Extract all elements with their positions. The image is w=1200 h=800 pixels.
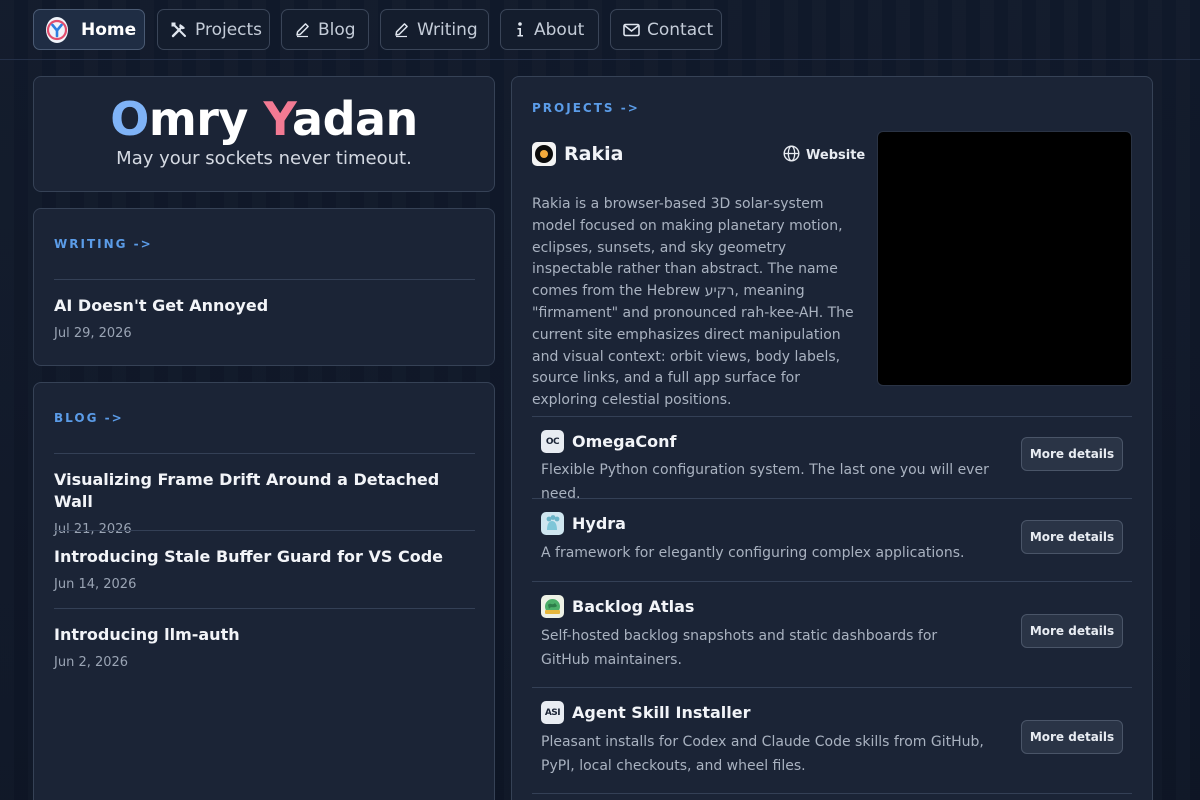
planet-icon xyxy=(532,142,556,166)
mail-icon xyxy=(623,23,640,37)
agent-skill-installer-icon: ASI xyxy=(541,701,564,724)
blog-card: BLOG -> Visualizing Frame Drift Around a… xyxy=(33,382,495,800)
project-name: Hydra xyxy=(572,514,626,533)
project-title[interactable]: Backlog Atlas xyxy=(541,595,694,618)
project-name: Backlog Atlas xyxy=(572,597,695,616)
more-details-button[interactable]: More details xyxy=(1021,614,1123,648)
nav-writing-label: Writing xyxy=(417,19,478,40)
website-link[interactable]: Website xyxy=(783,145,865,166)
website-label: Website xyxy=(806,148,866,163)
project-description: Pleasant installs for Codex and Claude C… xyxy=(541,734,984,774)
more-details-button[interactable]: More details xyxy=(1021,520,1123,554)
list-item[interactable]: Introducing Stale Buffer Guard for VS Co… xyxy=(54,530,475,592)
hero-card: Omry Yadan May your sockets never timeou… xyxy=(33,76,495,192)
project-title[interactable]: OC OmegaConf xyxy=(541,430,676,453)
project-description: A framework for elegantly configuring co… xyxy=(541,545,965,561)
projects-card: PROJECTS -> Rakia Website Rakia is a bro… xyxy=(511,76,1153,800)
name-initial-y: Y xyxy=(263,92,293,146)
nav-about[interactable]: About xyxy=(500,9,599,50)
project-name: Agent Skill Installer xyxy=(572,703,751,722)
featured-project-name: Rakia xyxy=(564,143,624,165)
logo-icon xyxy=(46,16,68,43)
tagline: May your sockets never timeout. xyxy=(116,148,412,169)
more-details-button[interactable]: More details xyxy=(1021,437,1123,471)
backlog-atlas-icon xyxy=(541,595,564,618)
list-item[interactable]: Visualizing Frame Drift Around a Detache… xyxy=(54,453,475,537)
post-title[interactable]: AI Doesn't Get Annoyed xyxy=(54,295,475,317)
nav-blog-label: Blog xyxy=(318,19,356,40)
project-row: OC OmegaConf Flexible Python configurati… xyxy=(532,416,1132,502)
list-item[interactable]: Introducing llm-auth Jun 2, 2026 xyxy=(54,608,475,670)
nav-projects-label: Projects xyxy=(195,19,263,40)
project-description: Self-hosted backlog snapshots and static… xyxy=(541,628,938,668)
pencil-icon xyxy=(294,21,311,38)
name-initial-o: O xyxy=(110,92,149,146)
list-item[interactable]: AI Doesn't Get Annoyed Jul 29, 2026 xyxy=(54,279,475,341)
globe-icon xyxy=(783,145,800,166)
name-first-rest: mry xyxy=(148,92,264,146)
pencil-icon xyxy=(393,21,410,38)
project-title[interactable]: Hydra xyxy=(541,512,626,535)
name-last-rest: adan xyxy=(292,92,418,146)
post-title[interactable]: Visualizing Frame Drift Around a Detache… xyxy=(54,469,475,513)
post-title[interactable]: Introducing Stale Buffer Guard for VS Co… xyxy=(54,546,475,568)
project-name: OmegaConf xyxy=(572,432,677,451)
post-date: Jul 29, 2026 xyxy=(54,326,132,341)
project-row-divider xyxy=(532,793,1132,794)
project-row: Backlog Atlas Self-hosted backlog snapsh… xyxy=(532,581,1132,687)
writing-card: WRITING -> AI Doesn't Get Annoyed Jul 29… xyxy=(33,208,495,366)
featured-project-preview[interactable] xyxy=(877,131,1132,386)
nav-home[interactable]: Home xyxy=(33,9,145,50)
nav-home-label: Home xyxy=(81,19,137,40)
post-date: Jun 14, 2026 xyxy=(54,577,137,592)
project-title[interactable]: ASI Agent Skill Installer xyxy=(541,701,751,724)
nav-contact[interactable]: Contact xyxy=(610,9,722,50)
site-title: Omry Yadan xyxy=(34,92,494,146)
omegaconf-icon: OC xyxy=(541,430,564,453)
writing-section-link[interactable]: WRITING -> xyxy=(54,237,153,251)
info-icon xyxy=(513,21,527,38)
featured-project-title[interactable]: Rakia xyxy=(532,142,623,166)
more-details-button[interactable]: More details xyxy=(1021,720,1123,754)
project-row: ASI Agent Skill Installer Pleasant insta… xyxy=(532,687,1132,793)
projects-section-link[interactable]: PROJECTS -> xyxy=(532,101,640,115)
nav-about-label: About xyxy=(534,19,585,40)
nav-writing[interactable]: Writing xyxy=(380,9,489,50)
blog-section-link[interactable]: BLOG -> xyxy=(54,411,124,425)
post-title[interactable]: Introducing llm-auth xyxy=(54,624,475,646)
project-row: Hydra A framework for elegantly configur… xyxy=(532,498,1132,581)
nav-blog[interactable]: Blog xyxy=(281,9,369,50)
nav-projects[interactable]: Projects xyxy=(157,9,270,50)
nav-contact-label: Contact xyxy=(647,19,714,40)
hydra-icon xyxy=(541,512,564,535)
post-date: Jun 2, 2026 xyxy=(54,655,129,670)
featured-project-description: Rakia is a browser-based 3D solar-system… xyxy=(532,196,854,409)
tools-icon xyxy=(170,21,188,39)
top-nav: Home Projects Blog Writing About Contact xyxy=(0,0,1200,60)
